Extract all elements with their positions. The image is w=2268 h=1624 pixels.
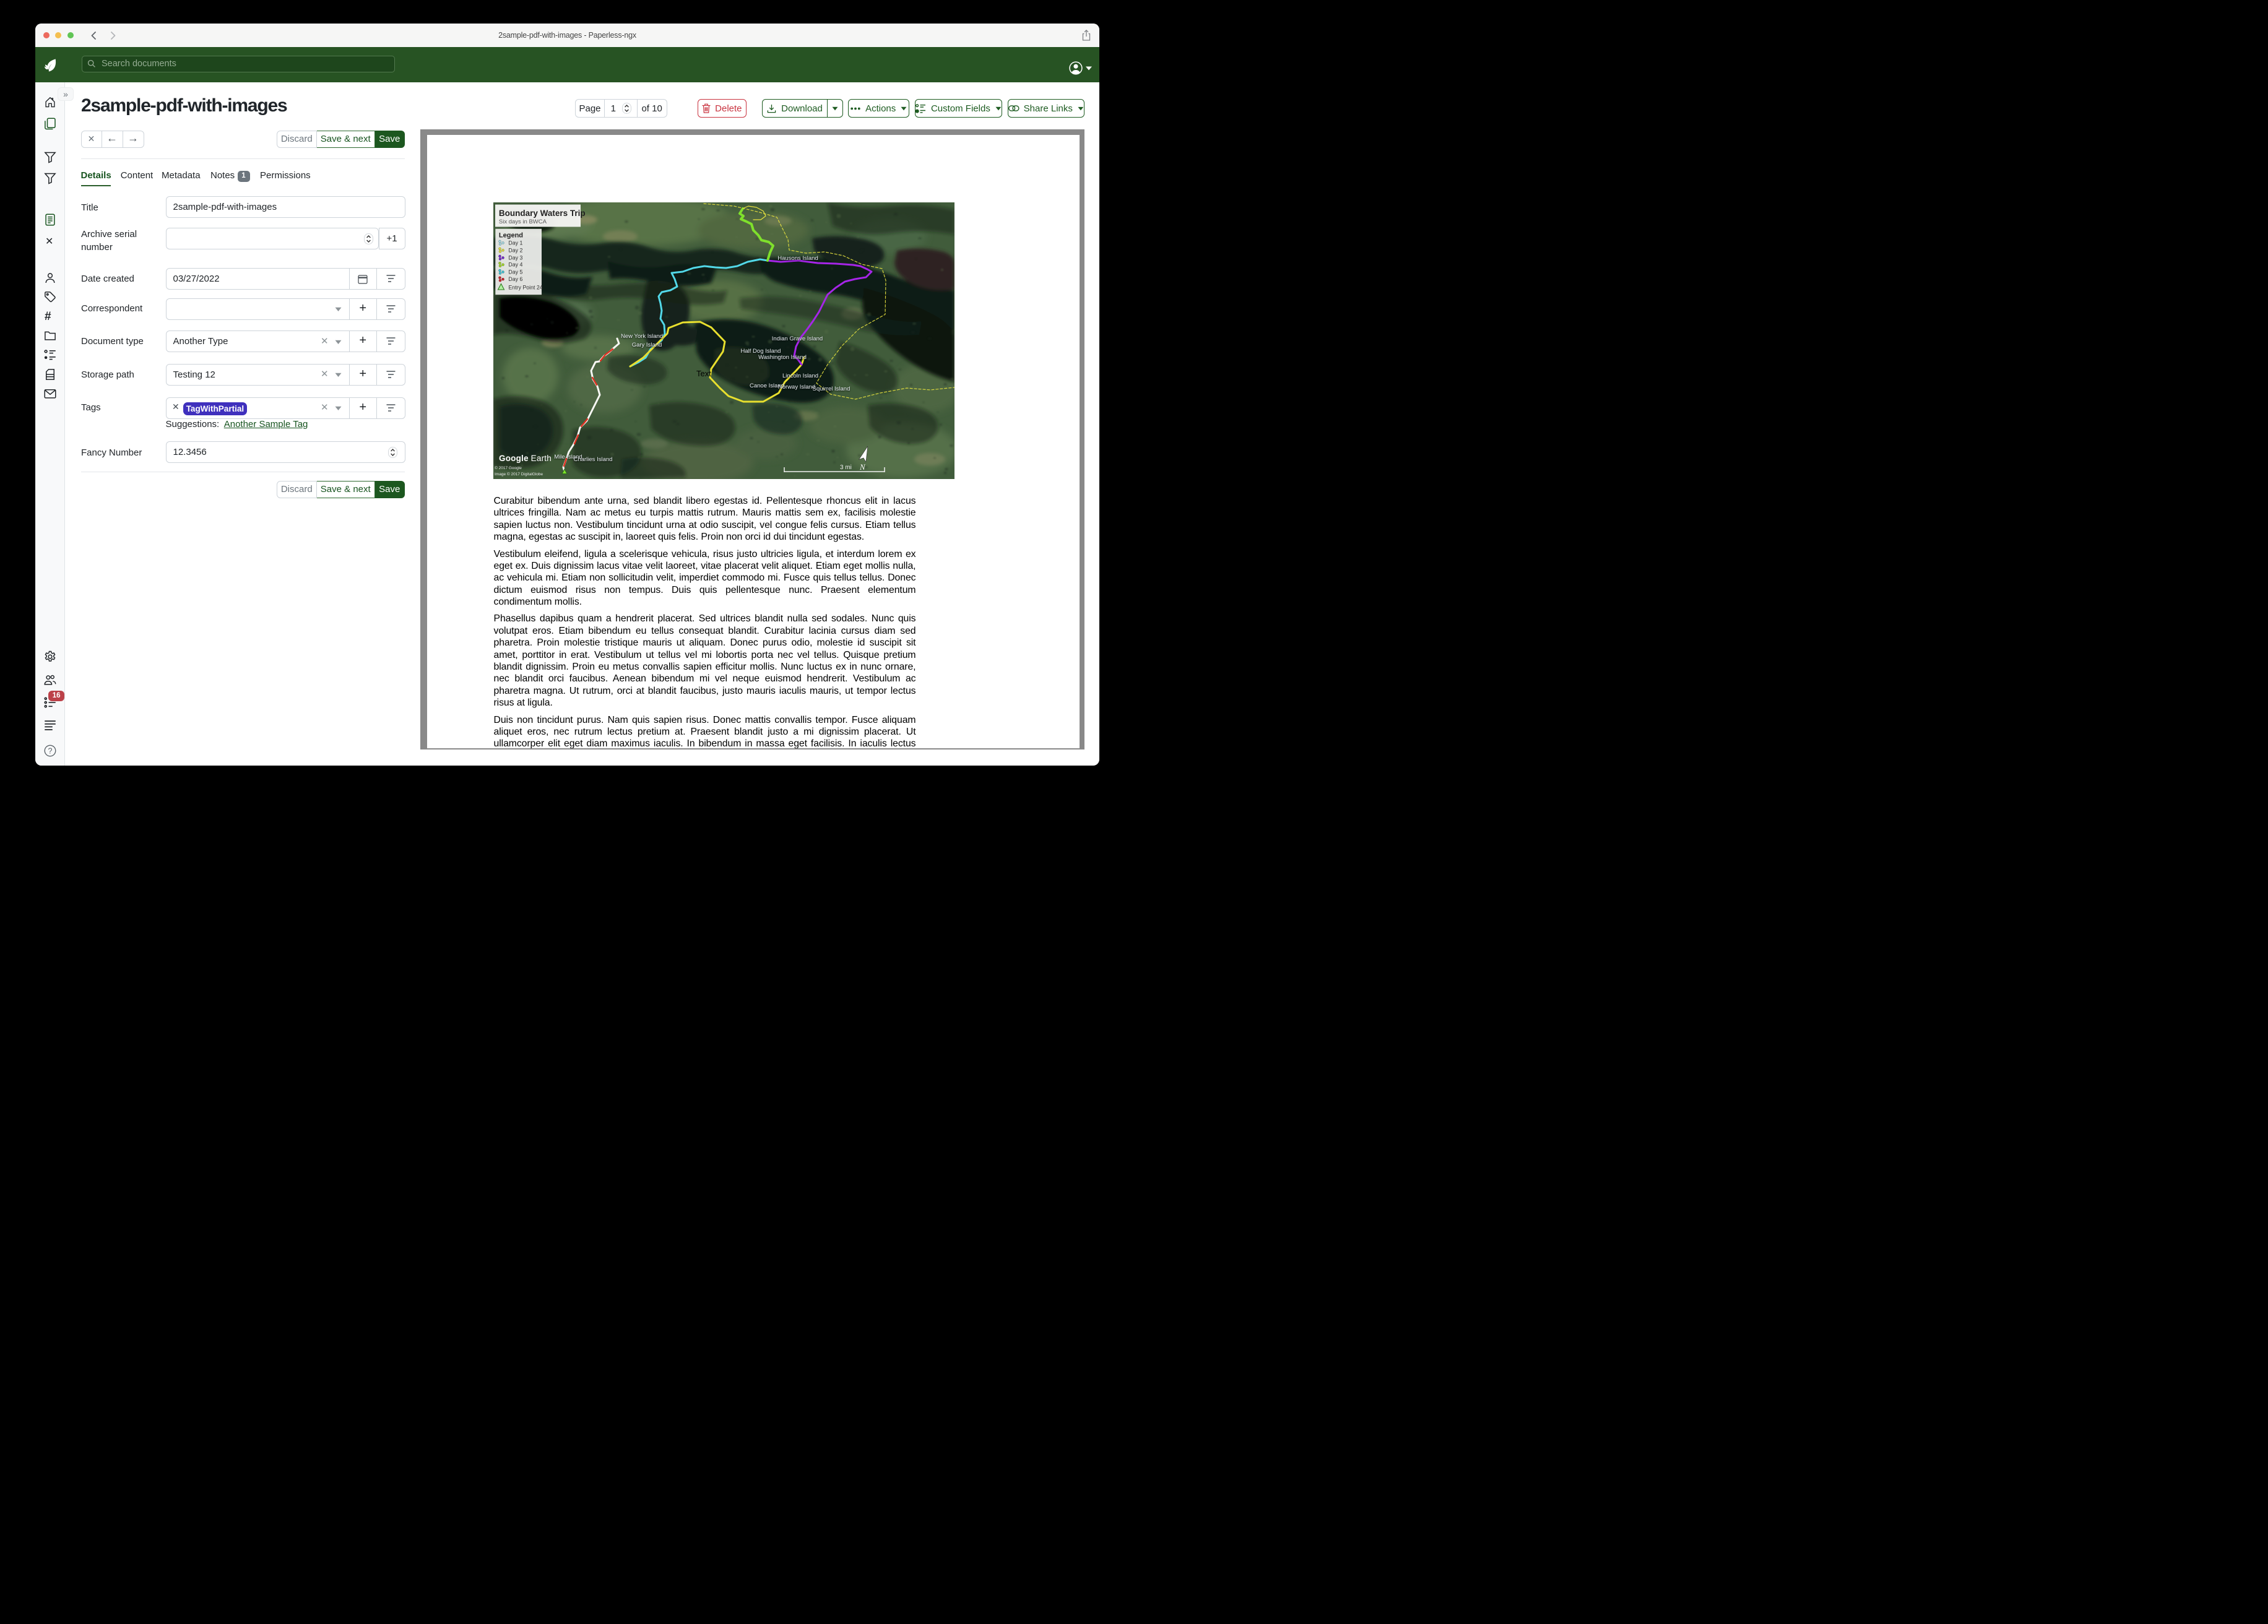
svg-text:?: ? xyxy=(48,746,53,755)
svg-text:New York Island: New York Island xyxy=(621,333,663,340)
svg-text:Day 1: Day 1 xyxy=(508,240,522,246)
svg-text:Day 2: Day 2 xyxy=(508,248,522,254)
svg-text:Day 4: Day 4 xyxy=(508,262,522,268)
svg-text:N: N xyxy=(859,462,866,472)
svg-text:Washington Island: Washington Island xyxy=(758,354,807,361)
svg-text:© 2017 Google: © 2017 Google xyxy=(495,465,522,470)
svg-text:Lincoln Island: Lincoln Island xyxy=(782,373,818,379)
svg-text:Gary Island: Gary Island xyxy=(632,342,662,348)
svg-text:Norway Island: Norway Island xyxy=(778,384,815,391)
svg-text:Day 6: Day 6 xyxy=(508,277,522,283)
svg-text:Charlies Island: Charlies Island xyxy=(574,456,613,463)
svg-text:Legend: Legend xyxy=(499,232,523,240)
svg-text:Squirrel Island: Squirrel Island xyxy=(813,386,850,392)
svg-text:Text: Text xyxy=(696,369,711,378)
svg-text:Entry Point 24: Entry Point 24 xyxy=(508,285,542,291)
svg-text:Boundary Waters Trip: Boundary Waters Trip xyxy=(499,209,586,218)
svg-text:Hausons Island: Hausons Island xyxy=(777,255,818,262)
svg-text:Indian Grave Island: Indian Grave Island xyxy=(772,335,823,342)
svg-text:Google Earth: Google Earth xyxy=(499,454,552,463)
svg-text:Image © 2017 DigitalGlobe: Image © 2017 DigitalGlobe xyxy=(495,472,543,477)
svg-text:3 mi: 3 mi xyxy=(840,464,852,471)
svg-text:Day 5: Day 5 xyxy=(508,269,522,275)
svg-text:Day 3: Day 3 xyxy=(508,255,522,261)
svg-text:Six days in BWCA: Six days in BWCA xyxy=(499,218,547,225)
